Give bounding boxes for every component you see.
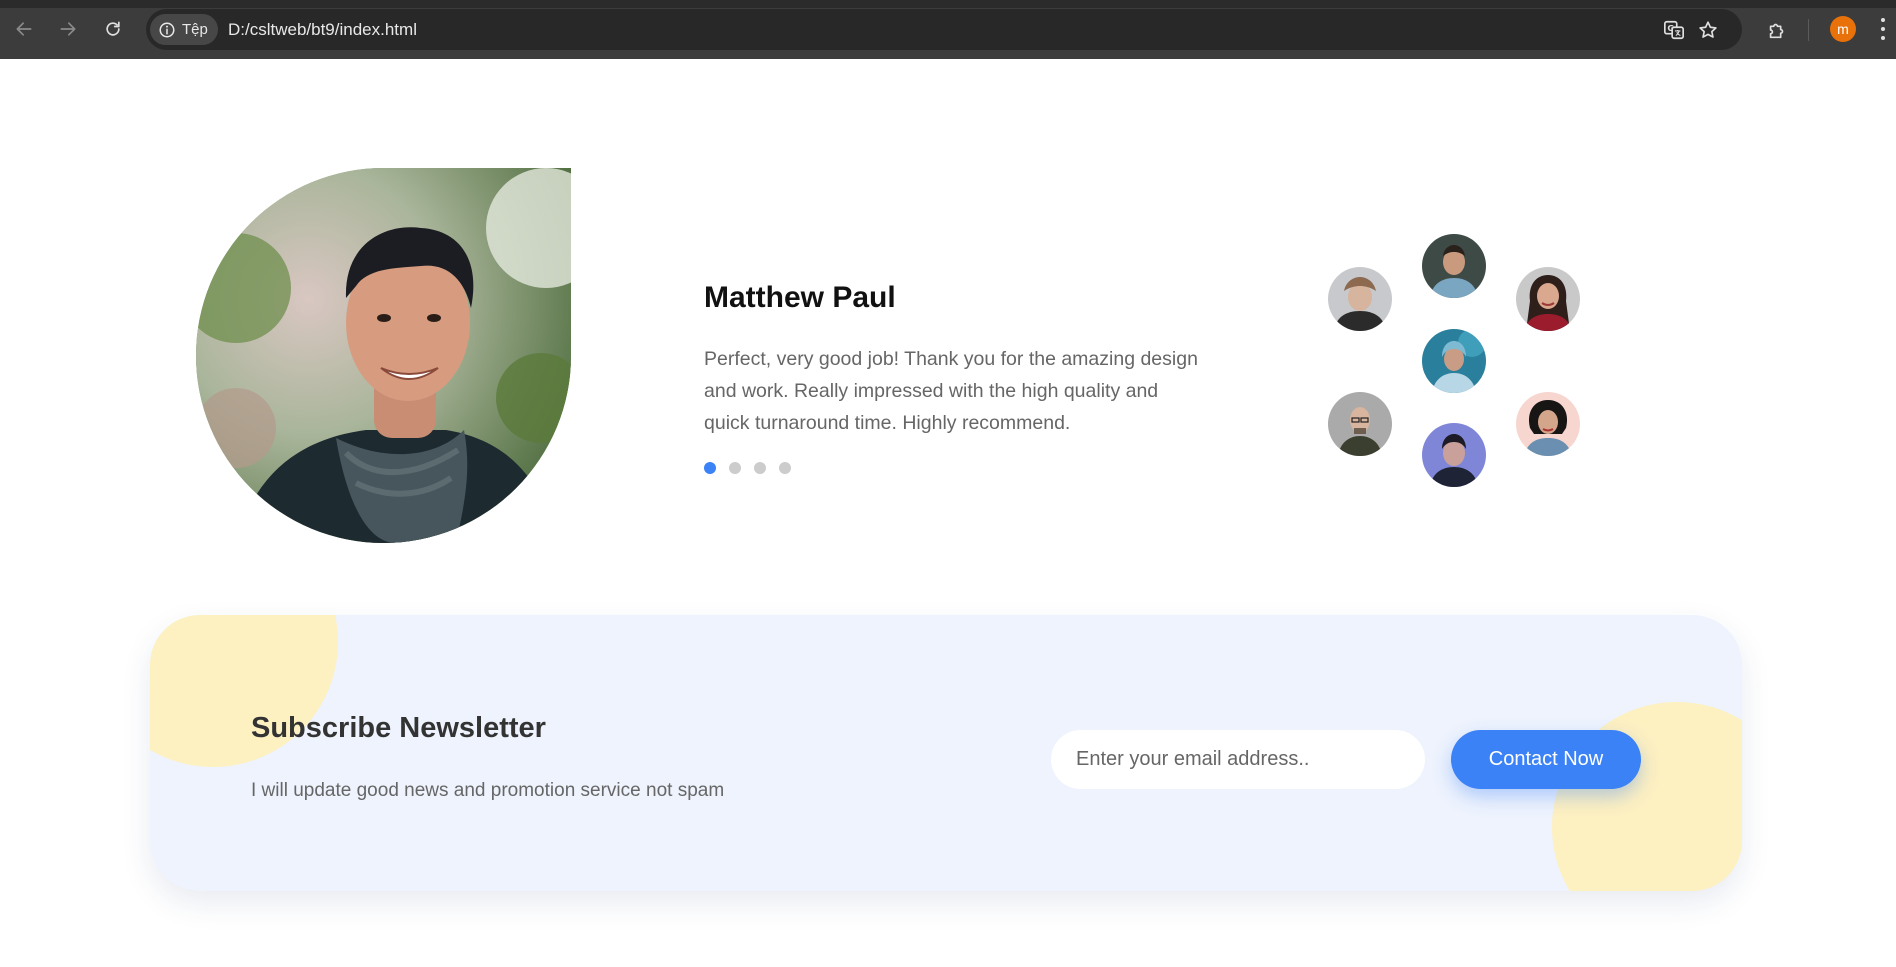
kebab-menu-icon — [1881, 18, 1885, 22]
avatar-1[interactable] — [1328, 267, 1392, 331]
newsletter-subtitle: I will update good news and promotion se… — [251, 780, 725, 801]
avatar-5[interactable] — [1328, 392, 1392, 456]
url-text[interactable]: D:/csltweb/bt9/index.html — [228, 20, 417, 40]
star-icon — [1699, 21, 1717, 38]
site-info-label: Tệp — [182, 21, 208, 38]
arrow-right-icon — [60, 22, 76, 36]
slider-dot-1[interactable] — [704, 462, 716, 474]
slider-dot-3[interactable] — [754, 462, 766, 474]
translate-icon: G — [1664, 20, 1684, 40]
puzzle-icon — [1769, 23, 1784, 39]
translate-button[interactable]: G — [1662, 18, 1686, 42]
newsletter-card: Subscribe Newsletter I will update good … — [150, 615, 1742, 891]
address-bar[interactable]: Tệp D:/csltweb/bt9/index.html G — [146, 9, 1742, 50]
extensions-button[interactable] — [1764, 17, 1790, 43]
tab-strip — [0, 0, 1896, 8]
arrow-left-icon — [16, 22, 32, 36]
avatar-2[interactable] — [1422, 234, 1486, 298]
reload-button[interactable] — [100, 16, 126, 42]
site-info-chip[interactable]: Tệp — [150, 14, 218, 45]
contact-now-button[interactable]: Contact Now — [1451, 730, 1641, 789]
avatar-6[interactable] — [1422, 423, 1486, 487]
slider-dot-2[interactable] — [729, 462, 741, 474]
email-input[interactable] — [1051, 730, 1425, 789]
info-icon — [159, 22, 175, 37]
browser-menu-button[interactable] — [1880, 18, 1886, 40]
forward-button[interactable] — [55, 16, 81, 42]
avatar-3[interactable] — [1516, 267, 1580, 331]
testimonial-quote: Perfect, very good job! Thank you for th… — [704, 348, 1198, 434]
avatar-7[interactable] — [1516, 392, 1580, 456]
portrait-photo — [196, 168, 571, 543]
page-content: Matthew Paul Perfect, very good job! Tha… — [0, 59, 1896, 967]
toolbar-divider — [1808, 19, 1809, 41]
reload-icon — [106, 21, 120, 36]
back-button[interactable] — [11, 16, 37, 42]
bookmark-button[interactable] — [1696, 18, 1720, 42]
slider-dot-4[interactable] — [779, 462, 791, 474]
testimonial-portrait — [196, 168, 571, 543]
avatar-4[interactable] — [1422, 329, 1486, 393]
newsletter-title: Subscribe Newsletter — [251, 712, 546, 744]
slider-dots — [704, 462, 791, 474]
testimonial-name: Matthew Paul — [704, 281, 896, 314]
profile-avatar-button[interactable]: m — [1830, 16, 1856, 42]
browser-toolbar: Tệp D:/csltweb/bt9/index.html G m — [0, 0, 1896, 59]
